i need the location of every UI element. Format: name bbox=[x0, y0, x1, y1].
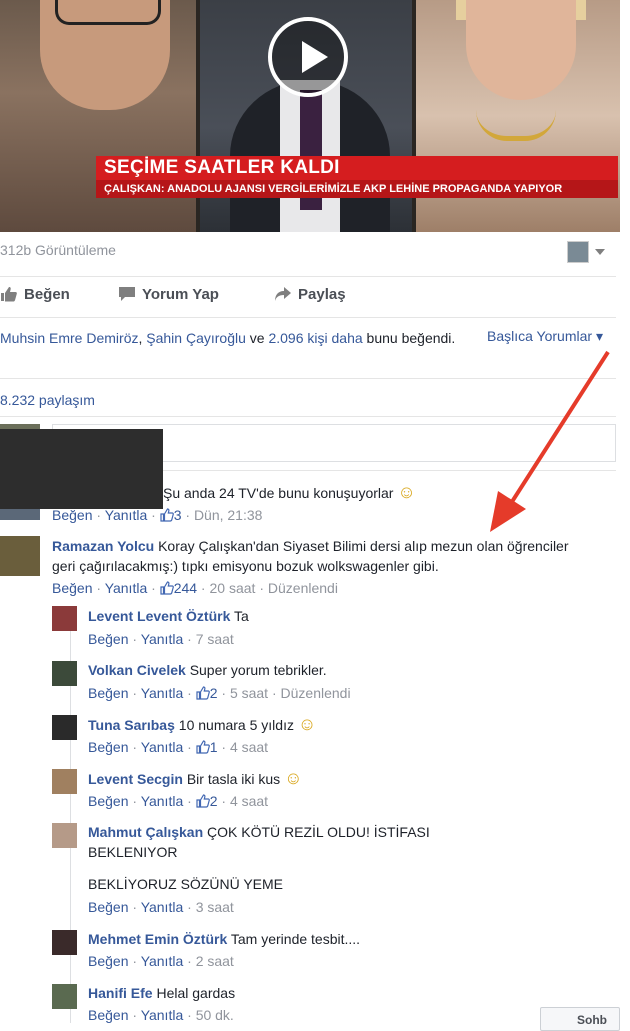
red-arrow-annotation bbox=[490, 350, 610, 532]
